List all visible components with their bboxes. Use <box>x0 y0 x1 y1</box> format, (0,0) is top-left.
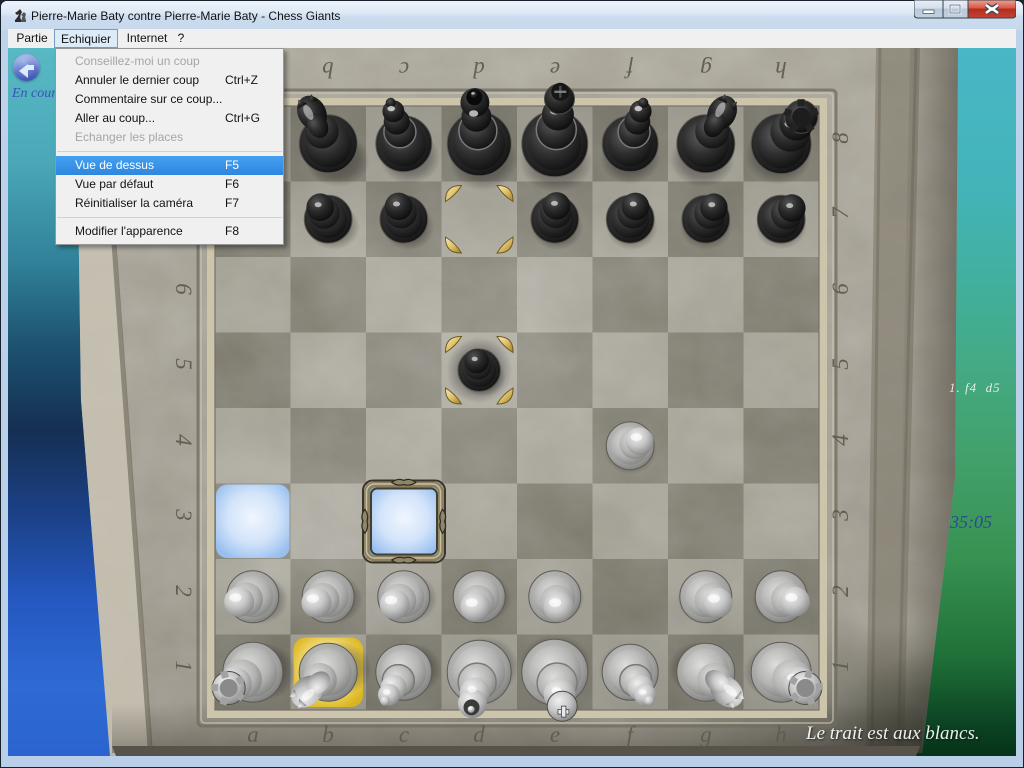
svg-text:d: d <box>473 722 485 747</box>
svg-text:1: 1 <box>828 660 853 672</box>
svg-text:8: 8 <box>828 132 853 144</box>
svg-text:4: 4 <box>171 434 196 446</box>
svg-text:e: e <box>550 57 560 82</box>
svg-text:c: c <box>399 722 409 747</box>
svg-text:h: h <box>775 722 787 747</box>
svg-text:7: 7 <box>828 206 853 219</box>
svg-text:1: 1 <box>171 660 196 672</box>
svg-text:c: c <box>399 57 409 82</box>
svg-text:3: 3 <box>171 508 196 521</box>
svg-text:a: a <box>247 722 259 747</box>
svg-text:4: 4 <box>828 434 853 446</box>
svg-text:2: 2 <box>828 585 853 597</box>
svg-text:5: 5 <box>828 358 853 370</box>
svg-text:6: 6 <box>171 283 196 295</box>
svg-text:2: 2 <box>171 585 196 597</box>
svg-text:h: h <box>775 57 787 82</box>
svg-text:5: 5 <box>171 358 196 370</box>
svg-text:b: b <box>322 57 334 82</box>
svg-text:e: e <box>550 722 560 747</box>
svg-text:g: g <box>700 57 712 82</box>
svg-text:g: g <box>700 722 712 747</box>
svg-text:3: 3 <box>828 509 853 522</box>
svg-text:6: 6 <box>828 283 853 295</box>
svg-text:d: d <box>473 57 485 82</box>
svg-text:b: b <box>322 722 334 747</box>
